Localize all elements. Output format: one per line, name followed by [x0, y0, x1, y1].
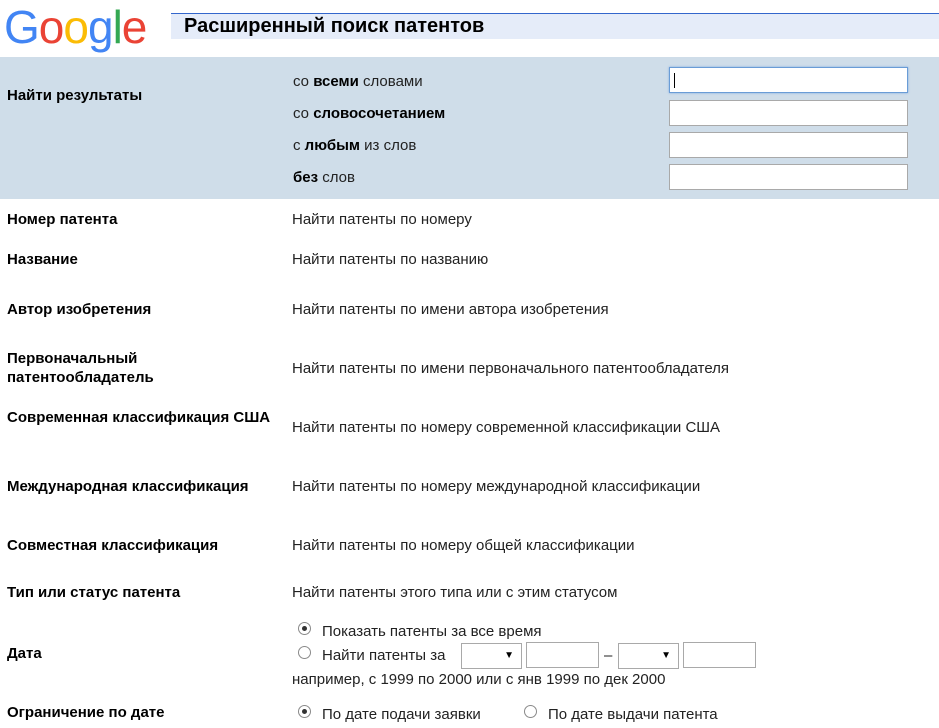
date-limit-label: Ограничение по дате: [7, 704, 165, 721]
title-bar: Расширенный поиск патентов: [171, 13, 939, 39]
page-title: Расширенный поиск патентов: [184, 15, 485, 37]
from-year-input[interactable]: [526, 642, 599, 668]
date-range-label[interactable]: Найти патенты за: [322, 646, 445, 665]
logo-letter: g: [87, 1, 114, 53]
patent-number-label: Номер патента: [7, 211, 118, 228]
google-logo[interactable]: Google: [4, 1, 148, 53]
patent-type-field[interactable]: Найти патенты этого типа или с этим стат…: [292, 583, 617, 602]
any-words-label: с любым из слов: [293, 137, 417, 154]
to-month-select[interactable]: ▼: [618, 643, 679, 669]
logo-letter: o: [38, 1, 65, 53]
us-classification-label: Современная классификация США: [7, 409, 271, 426]
logo-letter: G: [4, 1, 40, 53]
date-label: Дата: [7, 645, 42, 662]
cooperative-classification-label: Совместная классификация: [7, 537, 219, 554]
date-example-hint: например, с 1999 по 2000 или с янв 1999 …: [292, 671, 666, 688]
all-words-input[interactable]: [669, 67, 908, 93]
text-caret: [674, 73, 675, 88]
all-words-label: со всеми словами: [293, 73, 423, 90]
from-month-select[interactable]: ▼: [461, 643, 522, 669]
international-classification-field[interactable]: Найти патенты по номеру международной кл…: [292, 477, 700, 496]
find-results-label: Найти результаты: [7, 87, 143, 104]
original-assignee-field[interactable]: Найти патенты по имени первоначального п…: [292, 359, 729, 378]
filing-date-radio[interactable]: [298, 705, 311, 718]
dropdown-arrow-icon: ▼: [661, 650, 671, 661]
date-range-radio[interactable]: [298, 646, 311, 659]
issue-date-radio[interactable]: [524, 705, 537, 718]
exact-phrase-input[interactable]: [669, 100, 908, 126]
patent-number-field[interactable]: Найти патенты по номеру: [292, 210, 472, 229]
dropdown-arrow-icon: ▼: [504, 650, 514, 661]
exact-phrase-label: со словосочетанием: [293, 105, 446, 122]
title-field[interactable]: Найти патенты по названию: [292, 250, 488, 269]
none-words-label: без слов: [293, 169, 355, 186]
international-classification-label: Международная классификация: [7, 478, 249, 495]
issue-date-label[interactable]: По дате выдачи патента: [548, 705, 718, 724]
all-time-label[interactable]: Показать патенты за все время: [322, 622, 542, 641]
inventor-field[interactable]: Найти патенты по имени автора изобретени…: [292, 300, 609, 319]
logo-letter: e: [121, 1, 148, 53]
logo-letter: o: [63, 1, 89, 53]
original-assignee-label: Первоначальный патентообладатель: [7, 350, 154, 386]
title-label: Название: [7, 251, 78, 268]
none-words-input[interactable]: [669, 164, 908, 190]
any-words-input[interactable]: [669, 132, 908, 158]
all-time-radio[interactable]: [298, 622, 311, 635]
inventor-label: Автор изобретения: [7, 301, 152, 318]
patent-type-label: Тип или статус патента: [7, 584, 181, 601]
date-range-dash: –: [604, 647, 613, 664]
us-classification-field[interactable]: Найти патенты по номеру современной клас…: [292, 418, 720, 437]
to-year-input[interactable]: [683, 642, 756, 668]
cooperative-classification-field[interactable]: Найти патенты по номеру общей классифика…: [292, 536, 635, 555]
logo-letter: l: [112, 1, 123, 53]
filing-date-label[interactable]: По дате подачи заявки: [322, 705, 481, 724]
